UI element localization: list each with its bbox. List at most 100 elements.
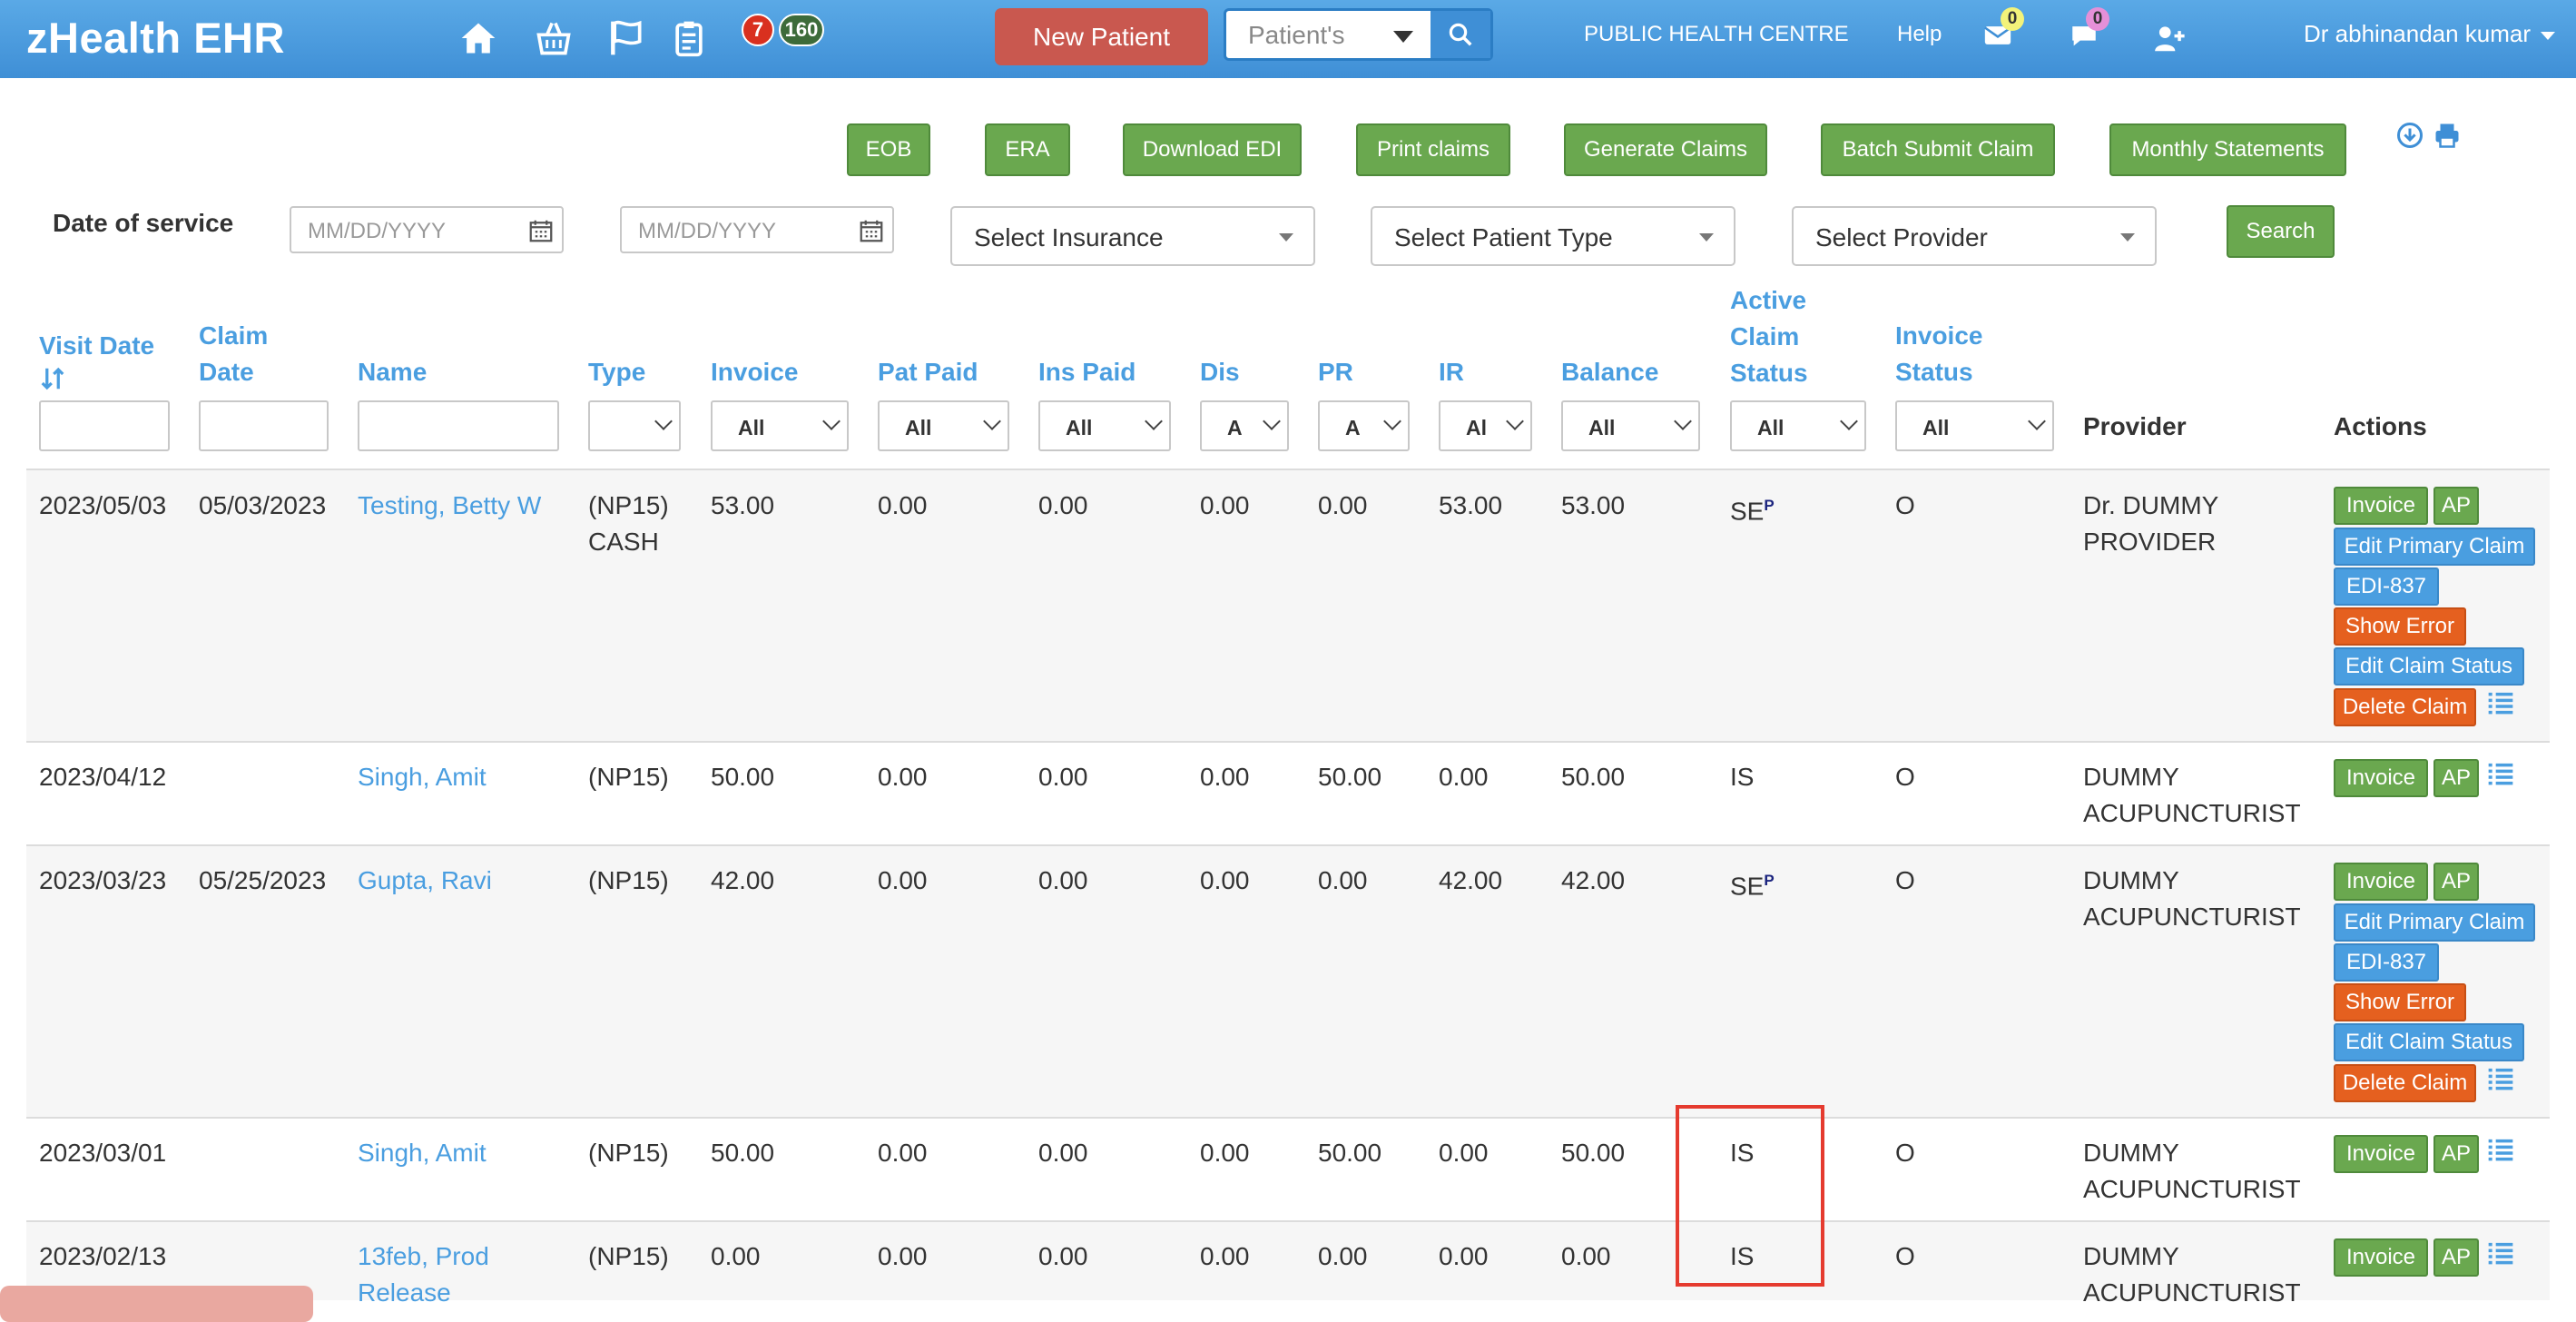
download-icon[interactable]: [2396, 122, 2424, 149]
caret-down-icon: [1699, 233, 1714, 242]
header-ins-paid[interactable]: Ins Paid: [1038, 354, 1136, 390]
pr-filter-select[interactable]: A: [1318, 400, 1410, 451]
ins-paid-filter-value: All: [1066, 416, 1093, 439]
edi-837-button[interactable]: EDI-837: [2334, 943, 2439, 982]
patient-name-link[interactable]: Testing, Betty W: [358, 488, 541, 524]
ins-paid-cell: 0.00: [1038, 491, 1088, 519]
claim-status-filter-select[interactable]: All: [1730, 400, 1866, 451]
list-icon[interactable]: [2486, 688, 2515, 717]
notification-toast[interactable]: [0, 1286, 313, 1322]
provider-select[interactable]: Select Provider: [1792, 206, 2157, 266]
patient-name-link[interactable]: Singh, Amit: [358, 1135, 487, 1171]
calendar-icon[interactable]: [527, 217, 555, 244]
sort-icon[interactable]: [39, 364, 66, 393]
type-cell: (NP15): [588, 763, 669, 791]
pat-paid-cell: 0.00: [878, 866, 928, 894]
ap-button[interactable]: AP: [2433, 1135, 2479, 1173]
patient-type-select[interactable]: Select Patient Type: [1371, 206, 1735, 266]
calendar-icon[interactable]: [858, 217, 885, 244]
header-invoice[interactable]: Invoice: [711, 354, 798, 390]
help-link[interactable]: Help: [1897, 22, 1942, 47]
type-code: (NP15): [588, 491, 669, 519]
list-icon[interactable]: [2486, 1064, 2515, 1093]
date-to-input[interactable]: MM/DD/YYYY: [620, 206, 894, 253]
edit-claim-status-button[interactable]: Edit Claim Status: [2334, 647, 2524, 686]
claim-date-filter-input[interactable]: [199, 400, 329, 451]
insurance-select[interactable]: Select Insurance: [950, 206, 1315, 266]
header-invoice-status[interactable]: Invoice Status: [1895, 318, 1982, 390]
patient-name-link[interactable]: Gupta, Ravi: [358, 863, 492, 899]
printer-icon[interactable]: [2433, 122, 2462, 149]
invoice-status-cell: O: [1895, 491, 1915, 519]
invoice-status-filter-select[interactable]: All: [1895, 400, 2054, 451]
alert-count-badge[interactable]: 7: [742, 14, 774, 46]
search-icon[interactable]: [1431, 11, 1490, 58]
batch-submit-claim-button[interactable]: Batch Submit Claim: [1821, 123, 2055, 176]
header-visit-date[interactable]: Visit Date: [39, 328, 154, 403]
edi-837-button[interactable]: EDI-837: [2334, 567, 2439, 606]
invoice-button[interactable]: Invoice: [2334, 1238, 2428, 1277]
header-active-claim-status[interactable]: Active Claim Status: [1730, 282, 1808, 391]
edit-claim-status-button[interactable]: Edit Claim Status: [2334, 1023, 2524, 1061]
new-patient-button[interactable]: New Patient: [995, 8, 1208, 65]
list-icon[interactable]: [2486, 1135, 2515, 1164]
home-icon[interactable]: [455, 15, 502, 62]
list-icon[interactable]: [2486, 759, 2515, 788]
clipboard-icon[interactable]: [665, 15, 713, 62]
invoice-button[interactable]: Invoice: [2334, 487, 2428, 525]
basket-icon[interactable]: [530, 15, 577, 62]
show-error-button[interactable]: Show Error: [2334, 607, 2466, 646]
ap-button[interactable]: AP: [2433, 759, 2479, 797]
pat-paid-filter-select[interactable]: All: [878, 400, 1009, 451]
show-error-button[interactable]: Show Error: [2334, 983, 2466, 1021]
header-name[interactable]: Name: [358, 354, 427, 390]
date-from-input[interactable]: MM/DD/YYYY: [290, 206, 564, 253]
add-user-icon[interactable]: [2146, 15, 2193, 62]
ir-filter-select[interactable]: Al: [1439, 400, 1532, 451]
chevron-down-icon[interactable]: [1393, 31, 1413, 43]
edit-primary-claim-button[interactable]: Edit Primary Claim: [2334, 903, 2535, 942]
print-claims-button[interactable]: Print claims: [1356, 123, 1510, 176]
patient-name-link[interactable]: 13feb, Prod Release: [358, 1238, 489, 1311]
balance-cell: 53.00: [1561, 491, 1626, 519]
patient-search[interactable]: Patient's: [1224, 8, 1493, 61]
list-icon[interactable]: [2486, 1238, 2515, 1268]
header-type[interactable]: Type: [588, 354, 645, 390]
task-count-badge[interactable]: 160: [779, 14, 824, 46]
invoice-button[interactable]: Invoice: [2334, 863, 2428, 901]
user-menu[interactable]: Dr abhinandan kumar: [2304, 20, 2556, 48]
delete-claim-button[interactable]: Delete Claim: [2334, 688, 2476, 726]
invoice-filter-select[interactable]: All: [711, 400, 849, 451]
invoice-button[interactable]: Invoice: [2334, 1135, 2428, 1173]
header-balance[interactable]: Balance: [1561, 354, 1658, 390]
type-filter-select[interactable]: [588, 400, 681, 451]
search-button[interactable]: Search: [2227, 205, 2335, 258]
balance-filter-select[interactable]: All: [1561, 400, 1700, 451]
header-pat-paid[interactable]: Pat Paid: [878, 354, 978, 390]
header-ir[interactable]: IR: [1439, 354, 1464, 390]
monthly-statements-button[interactable]: Monthly Statements: [2109, 123, 2346, 176]
header-claim-date[interactable]: Claim Date: [199, 318, 268, 390]
ap-button[interactable]: AP: [2433, 1238, 2479, 1277]
provider-line1: DUMMY: [2083, 1242, 2179, 1270]
delete-claim-button[interactable]: Delete Claim: [2334, 1064, 2476, 1102]
era-button[interactable]: ERA: [985, 123, 1070, 176]
invoice-button[interactable]: Invoice: [2334, 759, 2428, 797]
download-edi-button[interactable]: Download EDI: [1123, 123, 1302, 176]
patient-name-link[interactable]: Singh, Amit: [358, 759, 487, 795]
date-of-service-label: Date of service: [53, 209, 234, 237]
brand-logo[interactable]: zHealth EHR: [26, 13, 285, 63]
generate-claims-button[interactable]: Generate Claims: [1564, 123, 1767, 176]
visit-date-filter-input[interactable]: [39, 400, 170, 451]
edit-primary-claim-button[interactable]: Edit Primary Claim: [2334, 528, 2535, 566]
name-filter-input[interactable]: [358, 400, 559, 451]
ap-button[interactable]: AP: [2433, 487, 2479, 525]
ap-button[interactable]: AP: [2433, 863, 2479, 901]
dis-filter-select[interactable]: A: [1200, 400, 1289, 451]
header-pr[interactable]: PR: [1318, 354, 1353, 390]
ins-paid-filter-select[interactable]: All: [1038, 400, 1171, 451]
flag-icon[interactable]: [603, 15, 650, 62]
header-dis[interactable]: Dis: [1200, 354, 1240, 390]
eob-button[interactable]: EOB: [847, 123, 930, 176]
clinic-name[interactable]: PUBLIC HEALTH CENTRE: [1584, 22, 1849, 47]
